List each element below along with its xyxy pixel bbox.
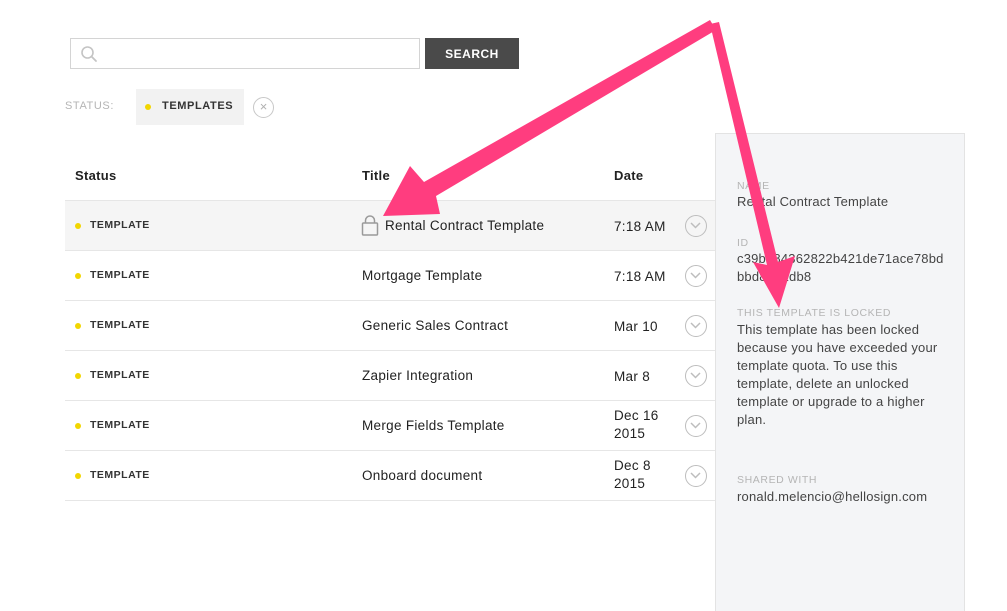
status-dot [75, 223, 81, 229]
chevron-down-icon [690, 472, 701, 479]
row-status: TEMPLATE [90, 319, 150, 331]
column-header-title[interactable]: Title [362, 168, 390, 183]
status-filter-chip[interactable]: TEMPLATES [136, 89, 244, 125]
chevron-down-icon [690, 222, 701, 229]
status-dot [75, 373, 81, 379]
search-button[interactable]: SEARCH [425, 38, 519, 69]
detail-id-label: ID [737, 237, 749, 249]
row-date: 7:18 AM [614, 219, 666, 234]
status-dot [75, 423, 81, 429]
row-status: TEMPLATE [90, 369, 150, 381]
table-row[interactable]: TEMPLATE Merge Fields Template Dec 16 20… [65, 401, 715, 451]
close-icon: × [259, 99, 268, 114]
table-header: Status Title Date [65, 150, 715, 201]
table-row[interactable]: TEMPLATE Generic Sales Contract Mar 10 [65, 301, 715, 351]
detail-name-value: Rental Contract Template [737, 194, 889, 209]
status-dot [75, 273, 81, 279]
status-dot [75, 323, 81, 329]
row-actions-button[interactable] [685, 265, 707, 287]
row-status: TEMPLATE [90, 419, 150, 431]
row-date: Dec 8 2015 [614, 458, 651, 491]
search-box[interactable] [70, 38, 420, 69]
row-actions-button[interactable] [685, 365, 707, 387]
search-input[interactable] [105, 41, 415, 66]
status-dot [75, 473, 81, 479]
detail-shared-label: SHARED WITH [737, 474, 818, 486]
row-actions-button[interactable] [685, 315, 707, 337]
row-date: 7:18 AM [614, 269, 666, 284]
row-date: Mar 8 [614, 369, 651, 384]
detail-name-label: NAME [737, 180, 770, 192]
table-row[interactable]: TEMPLATE Mortgage Template 7:18 AM [65, 251, 715, 301]
templates-page: SEARCH STATUS: TEMPLATES × Status Title … [0, 0, 1007, 611]
row-title[interactable]: Onboard document [362, 468, 482, 483]
column-header-status[interactable]: Status [75, 168, 117, 183]
chevron-down-icon [690, 422, 701, 429]
table-row[interactable]: TEMPLATE Rental Contract Template 7:18 A… [65, 201, 715, 251]
clear-filter-button[interactable]: × [253, 97, 274, 118]
row-date: Dec 16 2015 [614, 408, 659, 441]
row-title[interactable]: Mortgage Template [362, 268, 482, 283]
chevron-down-icon [690, 272, 701, 279]
template-detail-panel: NAME Rental Contract Template ID c39b784… [715, 133, 965, 611]
column-header-date[interactable]: Date [614, 168, 643, 183]
row-title[interactable]: Rental Contract Template [385, 218, 544, 233]
detail-locked-text: This template has been locked because yo… [737, 322, 938, 427]
templates-table: Status Title Date TEMPLATE Rental Contra… [65, 150, 715, 501]
status-filter-chip-label: TEMPLATES [162, 100, 234, 112]
row-title[interactable]: Merge Fields Template [362, 418, 505, 433]
table-row[interactable]: TEMPLATE Zapier Integration Mar 8 [65, 351, 715, 401]
row-date: Mar 10 [614, 319, 658, 334]
row-title[interactable]: Generic Sales Contract [362, 318, 508, 333]
row-title[interactable]: Zapier Integration [362, 368, 473, 383]
detail-id-value: c39b784362822b421de71ace78bdbbd8901db8 [737, 251, 944, 284]
chevron-down-icon [690, 322, 701, 329]
row-actions-button[interactable] [685, 215, 707, 237]
table-row[interactable]: TEMPLATE Onboard document Dec 8 2015 [65, 451, 715, 501]
row-actions-button[interactable] [685, 415, 707, 437]
status-dot [145, 104, 151, 110]
detail-locked-label: THIS TEMPLATE IS LOCKED [737, 307, 892, 319]
row-status: TEMPLATE [90, 219, 150, 231]
search-icon [81, 46, 97, 62]
row-actions-button[interactable] [685, 465, 707, 487]
lock-icon [361, 215, 379, 236]
detail-shared-value: ronald.melencio@hellosign.com [737, 489, 928, 504]
chevron-down-icon [690, 372, 701, 379]
row-status: TEMPLATE [90, 469, 150, 481]
status-filter-label: STATUS: [65, 100, 115, 112]
row-status: TEMPLATE [90, 269, 150, 281]
